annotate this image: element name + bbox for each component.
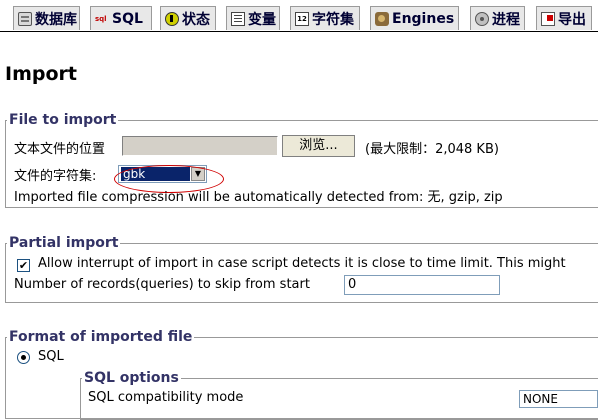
tab-label: SQL xyxy=(112,10,143,27)
charset-selected-value: gbk xyxy=(121,167,190,181)
tab-label: 数据库 xyxy=(35,11,77,28)
file-path-input[interactable] xyxy=(122,136,278,156)
database-icon xyxy=(18,11,32,26)
allow-interrupt-label: Allow interrupt of import in case script… xyxy=(38,256,566,271)
file-to-import-legend: File to import xyxy=(9,112,117,128)
file-location-label: 文本文件的位置 xyxy=(14,142,106,157)
tab-label: 导出 xyxy=(558,11,586,28)
tab-label: Engines xyxy=(392,10,455,27)
page-title: Import xyxy=(5,63,77,85)
status-icon xyxy=(165,11,179,26)
allow-interrupt-checkbox[interactable]: ✔ xyxy=(17,259,30,272)
tab-status[interactable]: 状态 xyxy=(160,6,216,30)
sql-radio-label: SQL xyxy=(38,349,64,364)
compat-mode-select[interactable]: NONE xyxy=(519,390,598,408)
compat-mode-label: SQL compatibility mode xyxy=(88,390,244,405)
tab-label: 字符集 xyxy=(312,11,354,28)
tab-engines[interactable]: Engines xyxy=(370,6,459,30)
sql-radio[interactable] xyxy=(17,351,30,364)
sql-options-legend: SQL options xyxy=(84,370,179,386)
export-icon xyxy=(541,11,555,26)
tab-database[interactable]: 数据库 xyxy=(13,6,80,30)
tab-variables[interactable]: 变量 xyxy=(226,6,280,30)
partial-import-legend: Partial import xyxy=(9,235,119,251)
sql-icon: sql xyxy=(95,14,107,23)
tab-label: 进程 xyxy=(492,11,520,28)
top-tab-bar: 数据库 sql SQL 状态 变量 12 字符集 Engines 进程 导出 xyxy=(0,0,598,32)
chevron-down-icon[interactable]: ▼ xyxy=(191,167,205,181)
variables-icon xyxy=(231,11,245,26)
engines-icon xyxy=(375,11,389,26)
max-size-text: (最大限制：2,048 KB) xyxy=(365,142,499,157)
tab-processes[interactable]: 进程 xyxy=(470,6,525,30)
tab-export[interactable]: 导出 xyxy=(536,6,592,30)
tab-sql[interactable]: sql SQL xyxy=(90,6,152,30)
compression-note: Imported file compression will be automa… xyxy=(14,190,503,205)
tab-charset[interactable]: 12 字符集 xyxy=(290,6,360,30)
charset-label: 文件的字符集: xyxy=(14,169,97,184)
format-legend: Format of imported file xyxy=(9,329,193,345)
browse-button[interactable]: 浏览... xyxy=(282,135,355,157)
tab-label: 状态 xyxy=(182,11,210,28)
charset-select[interactable]: gbk ▼ xyxy=(118,165,207,183)
tab-label: 变量 xyxy=(248,11,276,28)
skip-records-label: Number of records(queries) to skip from … xyxy=(14,277,310,292)
skip-records-input[interactable]: 0 xyxy=(344,275,500,295)
processes-icon xyxy=(475,11,489,26)
charset-icon: 12 xyxy=(295,11,309,26)
